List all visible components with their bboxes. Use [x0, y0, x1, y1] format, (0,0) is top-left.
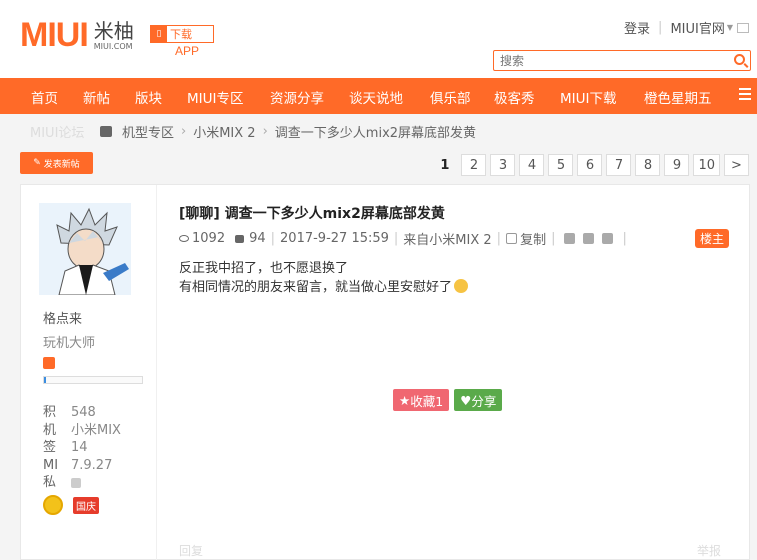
post-body: 反正我中招了，也不愿退换了 有相同情况的朋友来留言，就当做心里安慰好了 — [179, 259, 469, 297]
copy-link[interactable]: 复制 — [520, 229, 546, 248]
page-link[interactable]: 9 — [664, 154, 690, 176]
nav-item-boards[interactable]: 版块 — [135, 87, 162, 107]
window-icon[interactable] — [737, 22, 749, 33]
post-actions: ★ 收藏1 ♥ 分享 — [393, 389, 503, 411]
nav-item-new-posts[interactable]: 新帖 — [83, 87, 110, 107]
page-link[interactable]: 6 — [577, 154, 603, 176]
chevron-right-icon: › — [181, 124, 187, 139]
medals: 国庆 — [43, 495, 99, 515]
author-name[interactable]: 格点来 — [43, 308, 82, 327]
post-content: [聊聊] 调查一下多少人mix2屏幕底部发黄 1092 94 | 2017-9-… — [179, 185, 749, 560]
heart-icon: ♥ — [460, 392, 472, 408]
page-link[interactable]: 7 — [606, 154, 632, 176]
nav-item-home[interactable]: 首页 — [31, 87, 58, 107]
reply-count: 94 — [249, 231, 266, 246]
page-link[interactable]: 8 — [635, 154, 661, 176]
logo-cn-text: 米柚 — [93, 19, 134, 43]
home-icon[interactable] — [100, 126, 112, 137]
post-meta: 1092 94 | 2017-9-27 15:59 | 来自小米MIX 2 | … — [179, 229, 632, 248]
search-icon[interactable] — [734, 54, 745, 65]
page-link[interactable]: 4 — [519, 154, 545, 176]
page-link[interactable]: 2 — [461, 154, 487, 176]
site-header: MIUI 米柚 MIUI.COM ▯ 下载 APP 登录 | MIUI官网 ▼ — [0, 0, 757, 78]
app-download-link[interactable]: ▯ 下载 APP — [150, 25, 214, 58]
chevron-right-icon: › — [262, 124, 268, 139]
post-date: 2017-9-27 15:59 — [280, 231, 389, 246]
post-line: 有相同情况的朋友来留言，就当做心里安慰好了 — [179, 280, 453, 295]
page-link[interactable]: 1 — [432, 154, 457, 176]
stat-row: 积 548 — [43, 405, 96, 420]
chevron-down-icon[interactable]: ▼ — [727, 23, 733, 32]
favorite-button[interactable]: ★ 收藏1 — [393, 389, 450, 411]
avatar[interactable] — [39, 203, 131, 295]
author-panel: 格点来 玩机大师 积 548 机小米MIX 签 14 MI 7.9.27 私 国庆 — [21, 185, 157, 560]
breadcrumb-item[interactable]: 机型专区 — [122, 122, 174, 141]
breadcrumb-item[interactable]: 小米MIX 2 — [193, 122, 255, 141]
breadcrumb-home[interactable]: MIUI论坛 — [30, 122, 100, 141]
phone-icon: ▯ — [151, 26, 167, 42]
breadcrumb-current: 调查一下多少人mix2屏幕底部发黄 — [274, 126, 477, 141]
site-logo[interactable]: MIUI 米柚 MIUI.COM — [20, 18, 134, 52]
post-title: [聊聊] 调查一下多少人mix2屏幕底部发黄 — [179, 206, 445, 222]
breadcrumb: MIUI论坛 机型专区 › 小米MIX 2 › 调查一下多少人mix2屏幕底部发… — [30, 122, 476, 141]
message-icon[interactable] — [71, 478, 81, 488]
new-post-button[interactable]: ✎ 发表新帖 — [20, 152, 93, 174]
nav-item-chat[interactable]: 谈天说地 — [349, 87, 403, 107]
logo-text: MIUI — [20, 16, 89, 54]
share-wechat-icon[interactable] — [602, 233, 614, 244]
app-download-label: 下载 — [170, 28, 192, 41]
nav-item-geek[interactable]: 极客秀 — [494, 87, 535, 107]
comment-icon — [235, 234, 245, 243]
level-progress-fill — [44, 377, 46, 383]
stat-row: 私 — [43, 474, 121, 492]
login-link[interactable]: 登录 — [624, 18, 650, 37]
copy-icon[interactable] — [506, 233, 518, 244]
nav-item-resources[interactable]: 资源分享 — [270, 87, 324, 107]
pagination: 1 2 3 4 5 6 7 8 9 10 > — [432, 154, 749, 176]
star-icon: ★ — [399, 392, 411, 408]
app-label: APP — [174, 44, 199, 58]
post-source: 来自小米MIX 2 — [403, 233, 492, 248]
level-progress-bar — [43, 376, 143, 384]
author-group: 玩机大师 — [43, 336, 96, 351]
stat-row: MI 7.9.27 — [43, 457, 113, 473]
miui-site-link[interactable]: MIUI官网 — [670, 18, 724, 37]
national-day-medal[interactable]: 国庆 — [73, 496, 99, 514]
share-qq-icon[interactable] — [564, 233, 576, 244]
top-links: 登录 | MIUI官网 ▼ — [624, 18, 749, 37]
page-link[interactable]: 5 — [548, 154, 574, 176]
search-input[interactable] — [494, 51, 719, 70]
reply-link[interactable]: 回复 — [179, 542, 203, 559]
share-button[interactable]: ♥ 分享 — [454, 389, 503, 411]
eye-icon — [179, 235, 189, 242]
nav-item-clubs[interactable]: 俱乐部 — [430, 87, 471, 107]
nav-item-miui-zone[interactable]: MIUI专区 — [187, 87, 244, 107]
level-icon — [43, 357, 55, 369]
pencil-icon: ✎ — [33, 158, 44, 168]
report-link[interactable]: 举报 — [697, 542, 721, 559]
view-count: 1092 — [192, 231, 226, 246]
post-line: 反正我中招了，也不愿退换了 — [179, 261, 349, 276]
nav-item-miui-download[interactable]: MIUI下载 — [560, 87, 617, 107]
logo-domain: MIUI.COM — [93, 42, 133, 51]
author-stats: 积 548 机小米MIX 签 14 MI 7.9.27 私 — [43, 404, 121, 492]
page-link[interactable]: 3 — [490, 154, 516, 176]
menu-icon[interactable] — [739, 88, 751, 100]
medal-icon[interactable] — [43, 495, 63, 515]
smile-emoji-icon — [454, 279, 469, 293]
main-nav: 首页 新帖 版块 MIUI专区 资源分享 谈天说地 俱乐部 极客秀 MIUI下载… — [0, 78, 757, 114]
nav-item-orange-friday[interactable]: 橙色星期五 — [644, 87, 712, 107]
stat-row: 签 14 — [43, 440, 88, 455]
next-page-button[interactable]: > — [724, 154, 749, 176]
page-link[interactable]: 10 — [693, 154, 720, 176]
search-box — [493, 50, 751, 71]
stat-row: 机小米MIX — [43, 422, 121, 438]
share-weibo-icon[interactable] — [583, 233, 595, 244]
post-card: 格点来 玩机大师 积 548 机小米MIX 签 14 MI 7.9.27 私 国庆 [… — [20, 184, 750, 560]
owner-badge: 楼主 — [694, 229, 729, 248]
